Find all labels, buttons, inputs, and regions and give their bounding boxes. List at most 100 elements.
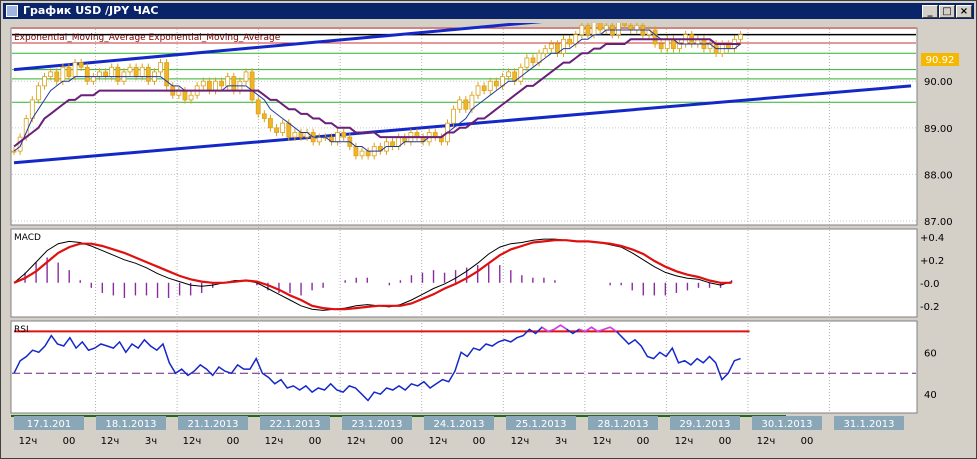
price-candle-body (481, 85, 487, 91)
price-candle-body (603, 24, 609, 31)
date-label: 24.1.2013 (434, 419, 485, 430)
price-candle-body (493, 80, 499, 87)
axis-labels: 90.00 89.00 88.00 87.00 +0.4 +0.2 -0.0 -0.2 60 40 (920, 77, 953, 401)
price-candle-body (353, 146, 359, 157)
price-candle-body (36, 85, 41, 101)
price-candle-body (316, 136, 322, 143)
hour-label: 12ч (593, 436, 612, 447)
price-candle-body (664, 38, 670, 50)
rsi-axis-tick: 40 (924, 390, 937, 401)
price-candle-body (48, 71, 54, 77)
close-button[interactable]: × (956, 5, 972, 18)
price-candle-body (658, 43, 664, 50)
price-candle-body (11, 150, 17, 153)
price-candle-body (469, 94, 475, 110)
price-axis-tick: 90.00 (924, 77, 953, 88)
date-label: 28.1.2013 (598, 419, 649, 430)
date-label: 29.1.2013 (680, 419, 731, 430)
price-axis-tick: 89.00 (924, 124, 953, 135)
last-price-label: 90.92 (926, 55, 955, 66)
price-candle-body (457, 99, 463, 110)
price-candle-body (591, 23, 597, 36)
date-label: 31.1.2013 (844, 419, 895, 430)
price-candle-body (231, 76, 237, 91)
hour-label: 12ч (347, 436, 366, 447)
rsi-panel[interactable] (10, 320, 918, 414)
price-candle-body (255, 99, 261, 115)
price-candle-body (634, 24, 640, 31)
price-candle-body (542, 48, 548, 54)
price-candle-body (597, 23, 603, 31)
hour-label: 00 (719, 436, 732, 447)
date-label: 25.1.2013 (516, 419, 567, 430)
hour-label: 00 (473, 436, 486, 447)
price-candle-body (530, 57, 536, 64)
rsi-axis-tick: 60 (924, 348, 937, 359)
hour-label: 00 (391, 436, 404, 447)
hour-label: 12ч (101, 436, 120, 447)
price-candle-body (341, 132, 347, 138)
hour-label: 12ч (183, 436, 202, 447)
price-candle-body (145, 66, 151, 82)
price-candle-body (677, 43, 682, 50)
price-candle-body (616, 23, 621, 36)
price-candle-body (109, 66, 115, 77)
chart-window-icon (6, 5, 18, 17)
price-candle-body (579, 24, 585, 36)
price-candle-body (23, 118, 29, 138)
chart-window: График USD /JPY ЧАС _ □ × 90.00 89.00 88.0… (0, 0, 977, 459)
date-label: 21.1.2013 (188, 419, 239, 430)
date-label: 30.1.2013 (762, 419, 813, 430)
price-candle-body (200, 80, 206, 87)
price-candle-body (524, 57, 530, 68)
hour-label: 12ч (265, 436, 284, 447)
price-candle-body (182, 90, 188, 101)
price-axis-tick: 88.00 (924, 170, 953, 181)
date-label: 18.1.2013 (106, 419, 157, 430)
price-candle-body (206, 80, 212, 91)
price-candle-body (274, 127, 279, 133)
price-candle-body (158, 62, 163, 73)
price-candle-body (268, 118, 273, 129)
price-candle-body (139, 66, 145, 77)
price-candle-body (78, 62, 84, 68)
price-candle-body (506, 71, 511, 77)
minimize-button[interactable]: _ (922, 5, 938, 18)
price-candle-body (359, 150, 365, 157)
price-axis-tick: 87.00 (924, 217, 953, 228)
price-candle-body (286, 122, 292, 138)
hour-label: 00 (63, 436, 76, 447)
price-candle-body (622, 23, 627, 26)
hour-label: 00 (309, 436, 322, 447)
price-candle-body (115, 66, 121, 82)
price-candle-body (72, 62, 78, 77)
price-candle-body (133, 66, 139, 77)
macd-axis-tick: -0.0 (920, 279, 940, 290)
hour-label: 12ч (429, 436, 448, 447)
price-candle-body (585, 24, 591, 36)
price-candle-body (54, 71, 60, 82)
price-candle-body (90, 76, 96, 82)
maximize-button[interactable]: □ (939, 5, 955, 18)
window-title: График USD /JPY ЧАС (23, 4, 159, 17)
price-candle-body (249, 71, 255, 101)
price-candle-body (298, 132, 304, 138)
price-candle-body (225, 76, 231, 87)
price-candle-body (60, 66, 66, 82)
hour-label: 3ч (145, 436, 157, 447)
price-candle-body (188, 94, 194, 101)
chart-canvas[interactable]: 90.00 89.00 88.00 87.00 +0.4 +0.2 -0.0 -0.2 60 40… (6, 23, 972, 455)
price-candle-body (66, 66, 72, 77)
price-candle-body (261, 113, 267, 119)
price-candle-body (451, 108, 457, 124)
date-label: 23.1.2013 (352, 419, 403, 430)
hour-label: 3ч (555, 436, 567, 447)
hour-label: 12ч (757, 436, 776, 447)
hour-label: 00 (637, 436, 650, 447)
price-candle-body (280, 122, 286, 133)
macd-label: MACD (14, 233, 41, 243)
hour-label: 12ч (19, 436, 38, 447)
price-candle-body (97, 71, 102, 77)
title-bar[interactable]: График USD /JPY ЧАС _ □ × (3, 3, 974, 19)
price-candle-body (738, 34, 743, 40)
